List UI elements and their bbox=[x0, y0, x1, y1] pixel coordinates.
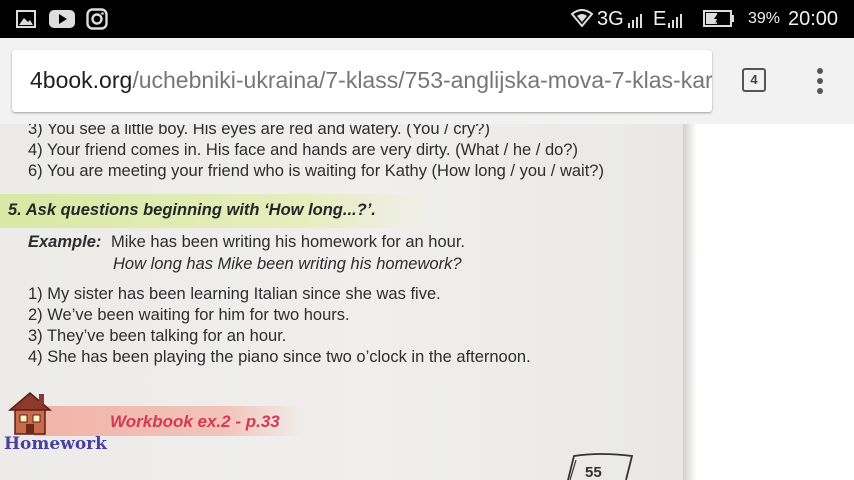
signal-icon bbox=[628, 14, 642, 28]
network-type-label: 3G bbox=[597, 8, 624, 30]
exercise-line: 3) You see a little boy. His eyes are re… bbox=[28, 124, 490, 138]
tab-switcher-button[interactable]: 4 bbox=[742, 68, 766, 92]
exercise-item: 2) We’ve been waiting for him for two ho… bbox=[28, 306, 350, 324]
menu-dot-icon bbox=[817, 78, 823, 84]
url-domain: 4book.org bbox=[30, 67, 133, 93]
battery-percent: 39% bbox=[748, 10, 781, 27]
image-icon bbox=[16, 10, 36, 28]
web-content[interactable]: 3) You see a little boy. His eyes are re… bbox=[0, 124, 854, 480]
url-text[interactable]: 4book.org/uchebniki-ukraina/7-klass/753-… bbox=[30, 67, 712, 94]
youtube-icon bbox=[49, 10, 75, 28]
task-heading: 5. Ask questions beginning with ‘How lon… bbox=[8, 201, 376, 219]
menu-dot-icon bbox=[817, 68, 823, 74]
exercise-item: 3) They’ve been talking for an hour. bbox=[28, 327, 287, 345]
clock-time: 20:00 bbox=[788, 8, 839, 30]
homework-label: Homework bbox=[4, 434, 107, 454]
url-path: /uchebniki-ukraina/7-klass/753-anglijska… bbox=[132, 67, 712, 93]
page-edge bbox=[683, 124, 697, 480]
address-bar[interactable]: 4book.org/uchebniki-ukraina/7-klass/753-… bbox=[12, 50, 712, 112]
network-type-label-2: E bbox=[653, 8, 667, 30]
exercise-item: 4) She has been playing the piano since … bbox=[28, 348, 531, 366]
wifi-icon bbox=[570, 9, 594, 27]
status-bar: 3G E 39% 20:00 bbox=[0, 0, 854, 38]
example-label: Example: bbox=[28, 233, 102, 251]
overflow-menu-button[interactable] bbox=[808, 64, 832, 98]
example-question: How long has Mike been writing his homew… bbox=[113, 255, 462, 273]
browser-toolbar: 4book.org/uchebniki-ukraina/7-klass/753-… bbox=[0, 38, 854, 125]
example-sentence: Mike has been writing his homework for a… bbox=[111, 233, 466, 251]
menu-dot-icon bbox=[817, 88, 823, 94]
page-number: 55 bbox=[585, 464, 602, 480]
textbook-page-scan: 3) You see a little boy. His eyes are re… bbox=[0, 124, 683, 480]
battery-icon bbox=[703, 10, 734, 27]
exercise-line: 6) You are meeting your friend who is wa… bbox=[28, 162, 604, 180]
signal-icon-2 bbox=[668, 14, 682, 28]
house-icon bbox=[7, 392, 53, 435]
exercise-item: 1) My sister has been learning Italian s… bbox=[28, 285, 441, 303]
workbook-reference: Workbook ex.2 - p.33 bbox=[110, 412, 280, 431]
instagram-icon bbox=[86, 8, 108, 30]
exercise-line: 4) Your friend comes in. His face and ha… bbox=[28, 141, 578, 159]
